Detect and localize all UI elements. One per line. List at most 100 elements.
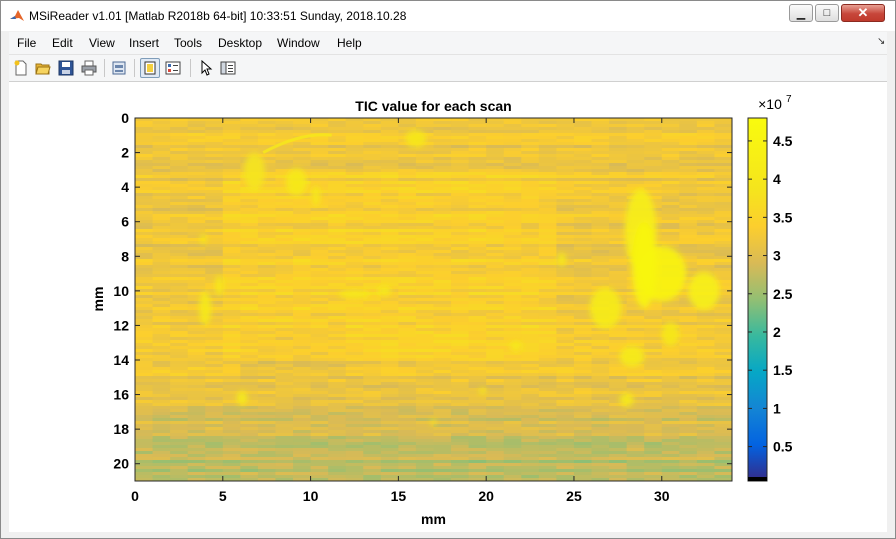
bright-region: [589, 287, 622, 329]
bright-region: [311, 185, 321, 207]
open-file-button[interactable]: [33, 58, 53, 78]
window-title: MSiReader v1.01 [Matlab R2018b 64-bit] 1…: [29, 9, 407, 23]
x-axis-label: mm: [421, 511, 446, 527]
bright-region: [479, 387, 487, 395]
y-tick-label: 4: [121, 179, 129, 195]
edit-plot-arrow-icon: [201, 60, 213, 76]
menu-tools[interactable]: Tools: [174, 36, 202, 50]
colorbar-tick-label: 4.5: [773, 133, 793, 149]
heatmap-image: [135, 118, 732, 481]
print-preview-icon: [112, 61, 126, 75]
colorbar-tick-label: 3.5: [773, 209, 793, 225]
bright-region: [214, 275, 224, 297]
x-tick-label: 0: [131, 488, 139, 504]
new-figure-icon: [14, 60, 27, 76]
minimize-icon: ▁: [796, 7, 806, 20]
colorbar-tick-label: 0.5: [773, 439, 793, 455]
menu-view[interactable]: View: [89, 36, 115, 50]
toolbar: [9, 55, 887, 82]
property-inspector-icon: [220, 61, 236, 75]
menu-file[interactable]: File: [17, 36, 36, 50]
matlab-logo-icon: [10, 10, 24, 21]
bright-region: [430, 418, 437, 426]
maximize-button[interactable]: □: [815, 4, 839, 22]
menu-edit[interactable]: Edit: [52, 36, 73, 50]
new-figure-button[interactable]: [11, 58, 31, 78]
property-inspector-button[interactable]: [218, 58, 238, 78]
bright-region: [199, 290, 212, 326]
edit-plot-button[interactable]: [196, 58, 216, 78]
bright-region: [688, 271, 720, 310]
bright-region: [631, 221, 657, 309]
colorbar-tick-label: 1: [773, 400, 781, 416]
y-tick-label: 16: [113, 387, 129, 403]
hide-plot-tools-icon: [144, 61, 156, 75]
hide-plot-tools-button[interactable]: [140, 58, 160, 78]
y-tick-label: 12: [113, 317, 129, 333]
colorbar-tick-label: 4: [773, 171, 781, 187]
application-window: MSiReader v1.01 [Matlab R2018b 64-bit] 1…: [0, 0, 896, 539]
colorbar-gradient: [747, 117, 768, 482]
x-tick-label: 5: [219, 488, 227, 504]
print-button[interactable]: [79, 58, 99, 78]
x-tick-label: 25: [566, 488, 582, 504]
close-icon: ✕: [857, 5, 869, 20]
colorbar-tick-label: 1.5: [773, 362, 793, 378]
bright-region: [236, 391, 248, 405]
bright-region: [661, 322, 680, 347]
bright-region: [200, 233, 207, 245]
print-icon: [81, 60, 97, 76]
menu-window[interactable]: Window: [277, 36, 320, 50]
colorbar-tick-label: 2: [773, 324, 781, 340]
close-button[interactable]: ✕: [841, 4, 885, 22]
x-tick-label: 30: [654, 488, 670, 504]
colorbar-exponent: ×10: [758, 96, 782, 112]
y-tick-label: 18: [113, 421, 129, 437]
save-icon: [58, 60, 74, 76]
show-plot-tools-icon: [165, 61, 181, 75]
y-tick-label: 2: [121, 145, 129, 161]
colorbar-exponent-power: 7: [786, 94, 792, 105]
colorbar-tick-label: 2.5: [773, 286, 793, 302]
maximize-icon: □: [823, 7, 831, 19]
bright-region: [338, 290, 371, 299]
bright-region: [619, 392, 634, 407]
open-file-icon: [35, 63, 51, 75]
x-tick-label: 15: [391, 488, 407, 504]
tic-heatmap-chart: 0 5 10 15 20 25 3002468101214161820 TIC value …: [90, 94, 793, 527]
menu-desktop[interactable]: Desktop: [218, 36, 262, 50]
title-bar[interactable]: MSiReader v1.01 [Matlab R2018b 64-bit] 1…: [1, 1, 895, 31]
save-button[interactable]: [56, 58, 76, 78]
colorbar-tick-label: 3: [773, 248, 781, 264]
y-tick-label: 10: [113, 283, 129, 299]
chart-title: TIC value for each scan: [355, 98, 511, 114]
minimize-button[interactable]: ▁: [789, 4, 813, 22]
y-tick-label: 8: [121, 248, 129, 264]
figure-area: 0 5 10 15 20 25 30 0 2 4 6 8 10 12 14 16 18 20 TIC value …: [9, 82, 887, 532]
y-axis-label: mm: [90, 287, 106, 312]
bright-region: [557, 252, 567, 267]
toolbar-separator: [104, 59, 105, 77]
y-tick-label: 0: [121, 110, 129, 126]
menu-help[interactable]: Help: [337, 36, 362, 50]
y-tick-label: 14: [113, 352, 129, 368]
show-plot-tools-button[interactable]: [163, 58, 183, 78]
bright-region: [619, 346, 645, 367]
bright-region: [286, 168, 307, 196]
bright-region: [243, 152, 265, 191]
x-tick-label: 10: [303, 488, 319, 504]
toolbar-separator: [134, 59, 135, 77]
bright-region: [405, 130, 427, 148]
toolbar-separator: [190, 59, 191, 77]
colorbar-min-band: [748, 477, 767, 481]
dock-arrow-icon[interactable]: ↘: [877, 36, 885, 47]
colorbar: 0.5 1 1.5 2 2.5 3 3.5 4 4.5 ×10 7: [747, 94, 793, 482]
menu-insert[interactable]: Insert: [129, 36, 159, 50]
menu-bar: File Edit View Insert Tools Desktop Wind…: [9, 32, 887, 55]
y-tick-label: 20: [113, 456, 129, 472]
bright-region: [377, 285, 392, 297]
bright-region: [509, 341, 523, 352]
y-tick-label: 6: [121, 214, 129, 230]
print-preview-button[interactable]: [109, 58, 129, 78]
x-tick-label: 20: [478, 488, 494, 504]
